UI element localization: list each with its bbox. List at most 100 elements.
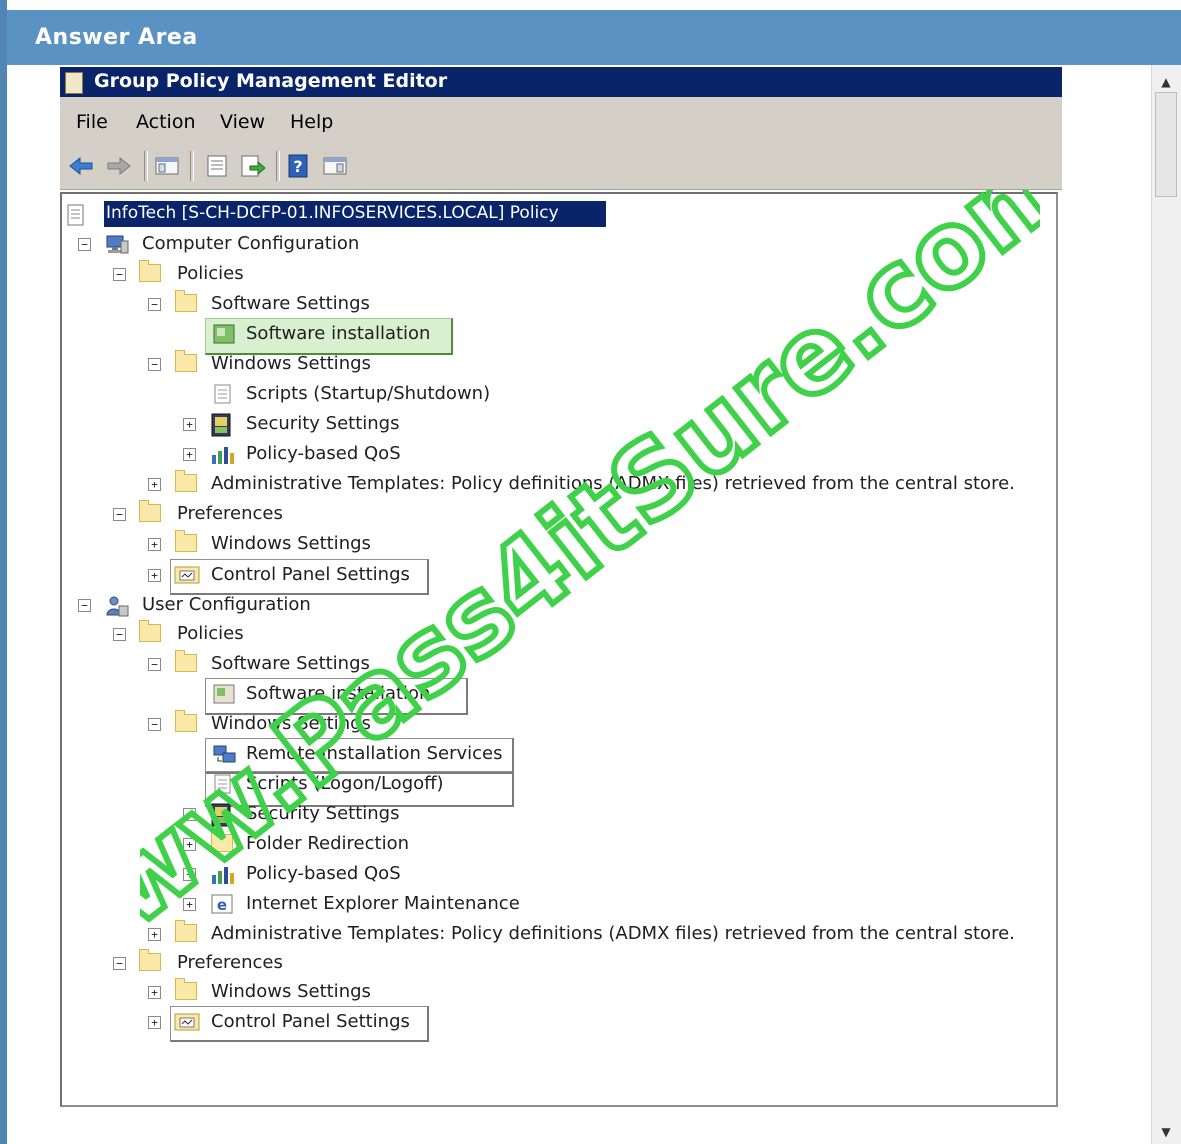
tree-label-scripts-logon-logoff: Scripts (Logon/Logoff) — [246, 773, 444, 794]
tree-node-pref-windows-settings[interactable]: + Windows Settings — [148, 530, 408, 559]
folder-icon — [175, 920, 197, 942]
tree-label-computer-configuration: Computer Configuration — [142, 233, 360, 254]
tree-label-pref-windows-settings: Windows Settings — [211, 533, 371, 554]
vertical-scrollbar[interactable] — [1151, 65, 1181, 1144]
tree-node-policies[interactable]: − Policies — [113, 260, 313, 289]
collapse-toggle[interactable]: − — [148, 298, 161, 311]
tree-node-software-installation[interactable]: Software installation — [210, 321, 450, 349]
tree-node-remote-installation-services[interactable]: Remote Installation Services — [210, 741, 510, 769]
tree-node-security-settings[interactable]: + Security Settings — [183, 801, 423, 829]
show-action-pane-icon[interactable] — [322, 154, 348, 178]
menu-action[interactable]: Action — [136, 111, 196, 133]
tree-label-security-settings: Security Settings — [246, 413, 400, 434]
expand-toggle[interactable]: + — [183, 898, 196, 911]
svg-text:e: e — [217, 896, 227, 914]
tree-node-software-settings[interactable]: − Software Settings — [148, 290, 408, 319]
expand-toggle[interactable]: + — [148, 538, 161, 551]
help-icon[interactable]: ? — [286, 154, 312, 178]
tree-label-software-installation: Software installation — [246, 683, 431, 704]
expand-toggle[interactable]: + — [148, 569, 161, 582]
tree-node-pref-windows-settings[interactable]: + Windows Settings — [148, 978, 408, 1007]
tree-node-administrative-templates[interactable]: + Administrative Templates: Policy defin… — [148, 470, 1018, 499]
collapse-toggle[interactable]: − — [148, 658, 161, 671]
properties-icon[interactable] — [204, 154, 230, 178]
tree-node-software-installation[interactable]: Software installation — [210, 681, 460, 709]
back-arrow-icon[interactable] — [68, 154, 94, 178]
tree-node-folder-redirection[interactable]: + Folder Redirection — [183, 830, 443, 859]
svg-text:?: ? — [293, 157, 302, 176]
scrollbar-thumb[interactable] — [1155, 92, 1177, 197]
scroll-down-arrow-icon[interactable]: ▼ — [1158, 1126, 1174, 1138]
expand-toggle[interactable]: + — [183, 868, 196, 881]
collapse-toggle[interactable]: − — [113, 628, 126, 641]
folder-icon — [139, 500, 161, 522]
tree-node-policies[interactable]: − Policies — [113, 620, 313, 649]
tree-label-administrative-templates: Administrative Templates: Policy definit… — [211, 923, 1015, 944]
expand-toggle[interactable]: + — [148, 478, 161, 491]
internet-explorer-icon: e — [210, 893, 234, 915]
scroll-up-arrow-icon[interactable]: ▲ — [1158, 76, 1174, 88]
tree-label-user-configuration: User Configuration — [142, 594, 311, 615]
expand-toggle[interactable]: + — [183, 448, 196, 461]
expand-toggle[interactable]: + — [148, 986, 161, 999]
tree-node-pref-control-panel-settings[interactable]: + Control Panel Settings — [148, 1009, 428, 1037]
tree-node-windows-settings[interactable]: − Windows Settings — [148, 350, 408, 379]
collapse-toggle[interactable]: − — [148, 358, 161, 371]
tree-node-computer-configuration[interactable]: − Computer Configuration — [78, 231, 378, 259]
expand-toggle[interactable]: + — [183, 838, 196, 851]
tree-label-windows-settings: Windows Settings — [211, 353, 371, 374]
tree-node-scripts-logon-logoff[interactable]: Scripts (Logon/Logoff) — [210, 771, 510, 799]
toolbar-separator — [190, 151, 194, 181]
collapse-toggle[interactable]: − — [113, 268, 126, 281]
expand-toggle[interactable]: + — [183, 808, 196, 821]
expand-toggle[interactable]: + — [183, 418, 196, 431]
tree-label-software-settings: Software Settings — [211, 653, 370, 674]
collapse-toggle[interactable]: − — [113, 508, 126, 521]
tree-node-pref-control-panel-settings[interactable]: + Control Panel Settings — [148, 562, 428, 590]
tree-label-root: InfoTech [S-CH-DCFP-01.INFOSERVICES.LOCA… — [106, 203, 559, 223]
expand-toggle[interactable]: + — [148, 928, 161, 941]
folder-icon — [175, 530, 197, 552]
tree-node-user-configuration[interactable]: − User Configuration — [78, 592, 378, 620]
tree-node-policy-based-qos[interactable]: + Policy-based QoS — [183, 441, 423, 469]
tree-label-folder-redirection: Folder Redirection — [246, 833, 410, 854]
folder-icon — [175, 710, 197, 732]
expand-toggle[interactable]: + — [148, 1016, 161, 1029]
gpme-app-icon — [65, 72, 83, 94]
forward-arrow-icon[interactable] — [106, 154, 132, 178]
tree-label-policies: Policies — [177, 623, 244, 644]
menu-view[interactable]: View — [220, 111, 265, 133]
tree-node-software-settings[interactable]: − Software Settings — [148, 650, 408, 679]
tree-label-policy-based-qos: Policy-based QoS — [246, 863, 401, 884]
tree-node-internet-explorer-maintenance[interactable]: + e Internet Explorer Maintenance — [183, 891, 543, 919]
toolbar-separator — [276, 151, 280, 181]
tree-label-internet-explorer-maintenance: Internet Explorer Maintenance — [246, 893, 520, 914]
qos-bar-chart-icon — [210, 443, 234, 465]
toolbar-separator — [144, 151, 148, 181]
tree-label-remote-installation-services: Remote Installation Services — [246, 743, 503, 764]
collapse-toggle[interactable]: − — [78, 599, 91, 612]
folder-icon — [175, 350, 197, 372]
collapse-toggle[interactable]: − — [148, 718, 161, 731]
menu-help[interactable]: Help — [290, 111, 333, 133]
tree-node-policy-based-qos[interactable]: + Policy-based QoS — [183, 861, 423, 889]
folder-icon — [211, 830, 233, 852]
menu-file[interactable]: File — [76, 111, 108, 133]
tree-node-scripts-startup-shutdown[interactable]: Scripts (Startup/Shutdown) — [210, 381, 510, 409]
qos-bar-chart-icon — [210, 863, 234, 885]
folder-icon — [139, 620, 161, 642]
collapse-toggle[interactable]: − — [78, 238, 91, 251]
tree-node-windows-settings[interactable]: − Windows Settings — [148, 710, 408, 739]
export-list-icon[interactable] — [240, 154, 266, 178]
window-title: Group Policy Management Editor — [94, 70, 448, 92]
tree-node-root[interactable]: InfoTech [S-CH-DCFP-01.INFOSERVICES.LOCA… — [66, 201, 626, 229]
scripts-icon — [212, 773, 236, 795]
tree-label-policy-based-qos: Policy-based QoS — [246, 443, 401, 464]
menu-bar: File Action View Help — [60, 97, 1062, 144]
tree-node-preferences[interactable]: − Preferences — [113, 500, 333, 529]
tree-node-security-settings[interactable]: + Security Settings — [183, 411, 423, 439]
show-hide-tree-icon[interactable] — [154, 154, 180, 178]
tree-node-preferences[interactable]: − Preferences — [113, 949, 333, 978]
tree-node-administrative-templates[interactable]: + Administrative Templates: Policy defin… — [148, 920, 1018, 949]
collapse-toggle[interactable]: − — [113, 957, 126, 970]
